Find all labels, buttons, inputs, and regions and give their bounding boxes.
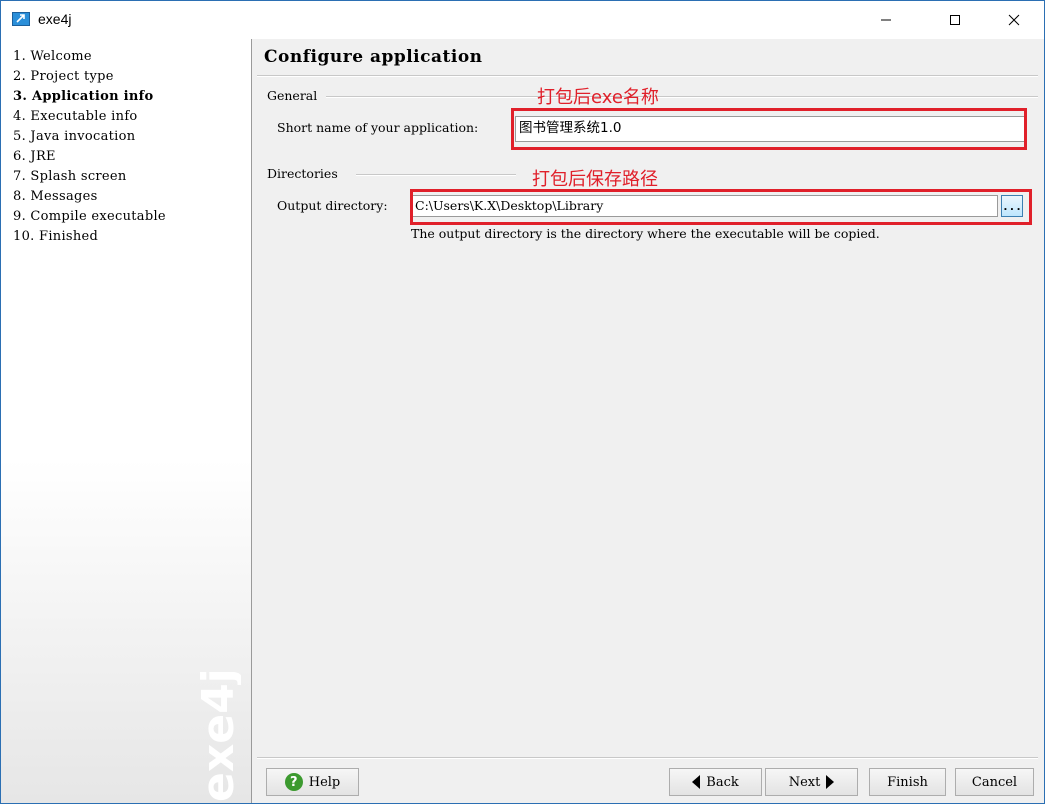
- maximize-icon: [950, 15, 960, 25]
- general-section-divider: [326, 96, 1038, 98]
- directories-section-label: Directories: [267, 166, 338, 181]
- page-title: Configure application: [264, 47, 483, 67]
- exe-name-highlight-box: [511, 108, 1027, 150]
- back-button-label: Back: [706, 774, 739, 790]
- window-title: exe4j: [38, 11, 72, 27]
- next-button[interactable]: Next: [765, 768, 858, 796]
- title-divider: [257, 75, 1038, 77]
- help-button-label: Help: [308, 774, 341, 790]
- help-button[interactable]: ? Help: [266, 768, 359, 796]
- back-button[interactable]: Back: [669, 768, 762, 796]
- finish-button[interactable]: Finish: [869, 768, 946, 796]
- wizard-steps-sidebar: 1. Welcome 2. Project type 3. Applicatio…: [1, 39, 252, 803]
- step-messages[interactable]: 8. Messages: [13, 189, 98, 204]
- step-project-type[interactable]: 2. Project type: [13, 69, 114, 84]
- cancel-button-label: Cancel: [971, 774, 1018, 790]
- maximize-button[interactable]: [932, 1, 978, 39]
- step-welcome[interactable]: 1. Welcome: [13, 49, 92, 64]
- minimize-button[interactable]: [863, 1, 909, 39]
- step-jre[interactable]: 6. JRE: [13, 149, 56, 164]
- triangle-right-icon: [826, 775, 835, 789]
- next-button-label: Next: [788, 774, 821, 790]
- watermark-text: exe4j: [193, 668, 241, 802]
- step-finished[interactable]: 10. Finished: [13, 229, 98, 244]
- step-application-info[interactable]: 3. Application info: [13, 89, 154, 104]
- general-section-label: General: [267, 88, 318, 103]
- minimize-icon: [881, 19, 891, 21]
- exe4j-window: exe4j 1. Welcome 2. Project type 3. Appl…: [0, 0, 1045, 804]
- save-path-highlight-box: [410, 189, 1032, 225]
- output-directory-hint: The output directory is the directory wh…: [411, 226, 880, 241]
- close-button[interactable]: [991, 1, 1037, 39]
- output-directory-label: Output directory:: [277, 198, 388, 213]
- main-panel: Configure application General Short name…: [252, 39, 1044, 803]
- save-path-annotation: 打包后保存路径: [532, 169, 658, 190]
- short-name-label: Short name of your application:: [277, 120, 479, 135]
- exe4j-watermark-logo: exe4j: [193, 668, 241, 802]
- help-question-icon: ?: [284, 773, 303, 791]
- step-executable-info[interactable]: 4. Executable info: [13, 109, 138, 124]
- triangle-left-icon: [692, 775, 701, 789]
- step-compile-executable[interactable]: 9. Compile executable: [13, 209, 166, 224]
- close-icon: [1008, 14, 1020, 26]
- button-bar-divider: [257, 757, 1038, 759]
- step-splash-screen[interactable]: 7. Splash screen: [13, 169, 127, 184]
- exe4j-app-icon: [12, 12, 30, 26]
- exe-name-annotation: 打包后exe名称: [537, 87, 659, 108]
- title-bar[interactable]: exe4j: [1, 1, 1044, 39]
- finish-button-label: Finish: [887, 774, 928, 790]
- directories-section-divider: [356, 174, 516, 176]
- cancel-button[interactable]: Cancel: [955, 768, 1034, 796]
- step-java-invocation[interactable]: 5. Java invocation: [13, 129, 135, 144]
